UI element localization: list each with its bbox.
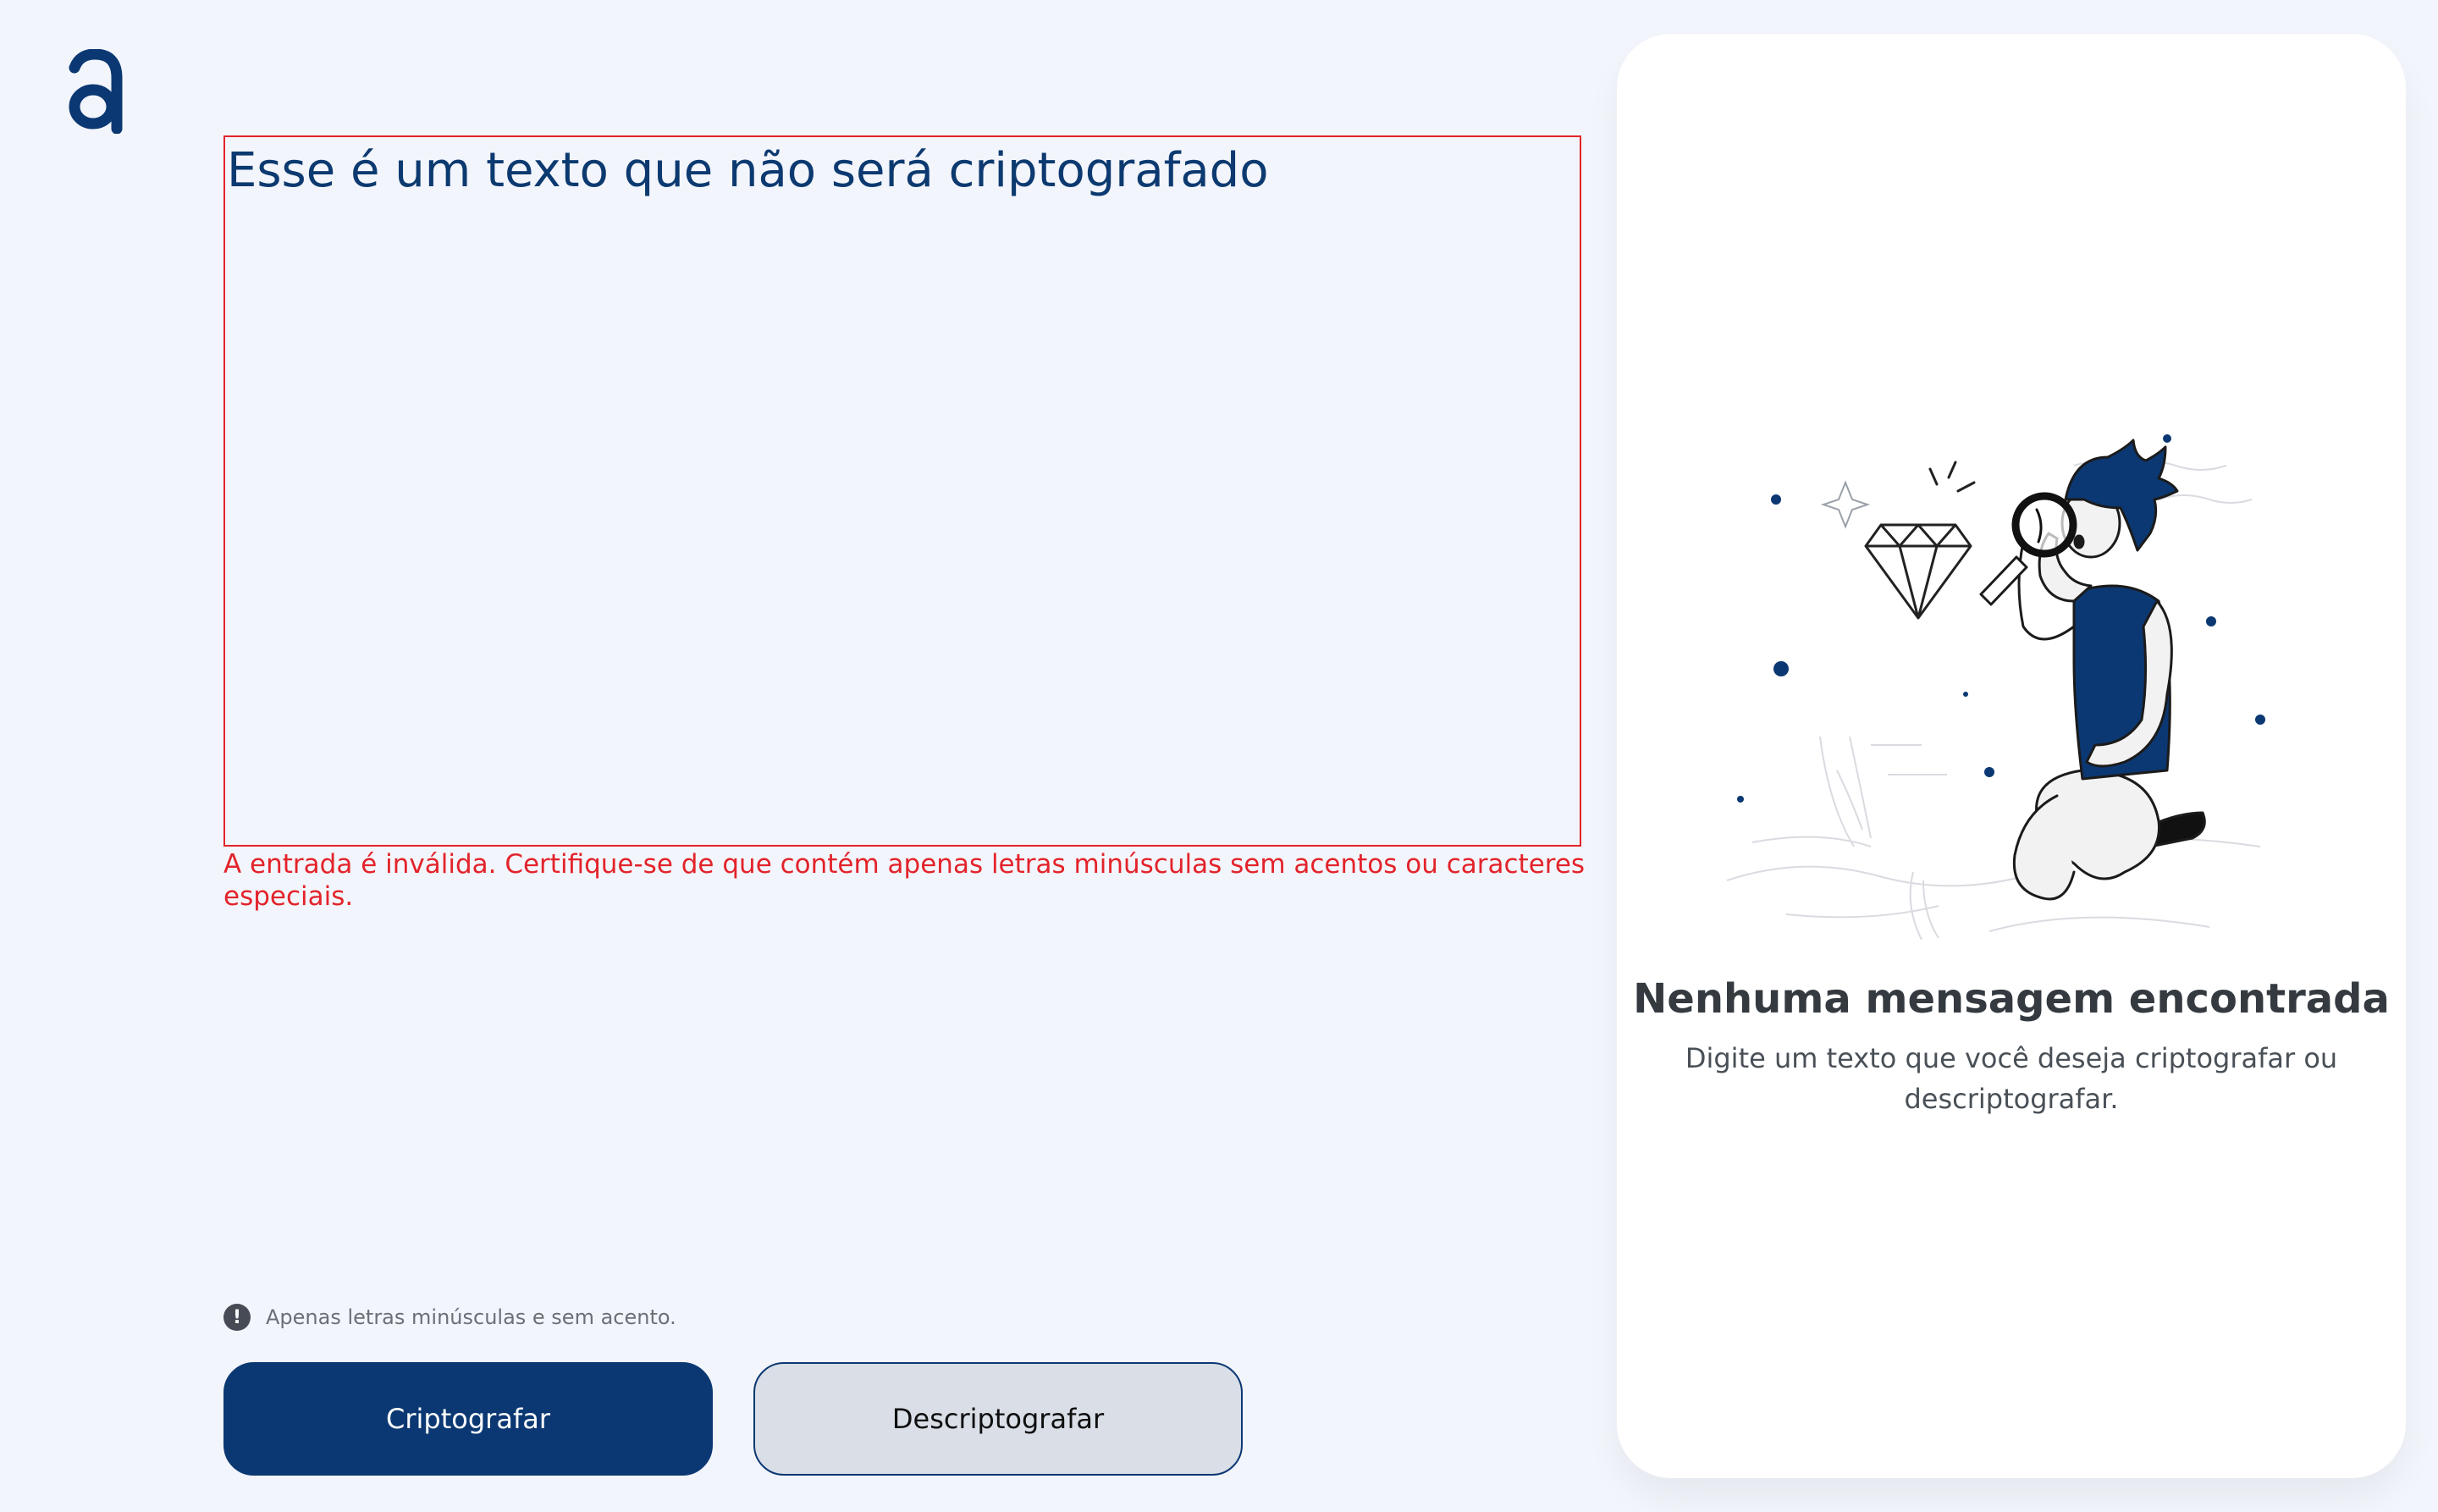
magnifying-glass-illustration-icon bbox=[1702, 372, 2294, 965]
decrypt-button[interactable]: Descriptografar bbox=[753, 1362, 1243, 1476]
empty-state-text: Digite um texto que você deseja criptogr… bbox=[1685, 1042, 2338, 1115]
error-message: A entrada é inválida. Certifique-se de q… bbox=[223, 849, 1586, 912]
encrypt-button[interactable]: Criptografar bbox=[223, 1362, 713, 1476]
brand-logo-icon bbox=[64, 49, 124, 134]
input-hint: ! Apenas letras minúsculas e sem acento. bbox=[223, 1304, 676, 1331]
empty-state-title: Nenhuma mensagem encontrada bbox=[1633, 975, 2390, 1023]
exclamation-circle-icon: ! bbox=[223, 1304, 251, 1331]
hint-text: Apenas letras minúsculas e sem acento. bbox=[266, 1305, 676, 1329]
message-input[interactable]: Esse é um texto que não será criptografa… bbox=[223, 135, 1581, 847]
output-panel: Nenhuma mensagem encontrada Digite um te… bbox=[1617, 34, 2406, 1478]
